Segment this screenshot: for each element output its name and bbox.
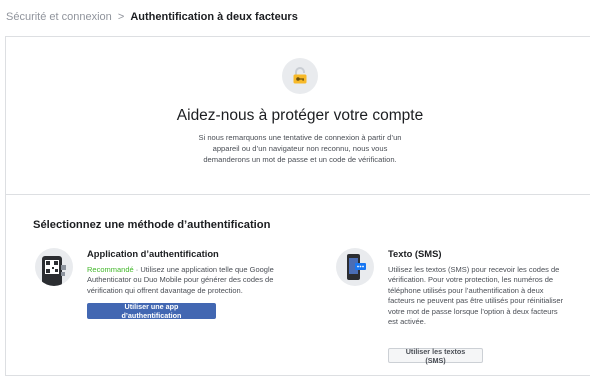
breadcrumb-separator: > <box>117 11 125 23</box>
sms-method-title: Texto (SMS) <box>388 248 442 259</box>
methods-section-title: Sélectionnez une méthode d’authentificat… <box>33 219 271 231</box>
hero-description: Si nous remarquons une tentative de conn… <box>198 133 402 164</box>
breadcrumb-parent-link[interactable]: Sécurité et connexion <box>6 11 112 23</box>
sms-phone-icon <box>336 248 374 286</box>
breadcrumb: Sécurité et connexion > Authentification… <box>6 11 298 23</box>
use-authenticator-app-button[interactable]: Utiliser une app d’authentification <box>87 302 216 320</box>
qr-phone-icon <box>35 248 73 286</box>
use-sms-button[interactable]: Utiliser les textos (SMS) <box>388 347 483 365</box>
breadcrumb-current: Authentification à deux facteurs <box>130 11 298 23</box>
app-method-description: Recommandé · Utilisez une application te… <box>87 265 301 296</box>
lock-key-icon <box>282 58 318 94</box>
sms-method-description: Utilisez les textos (SMS) pour recevoir … <box>388 265 564 327</box>
app-method-title: Application d’authentification <box>87 248 219 259</box>
section-divider <box>5 194 590 195</box>
hero-title: Aidez-nous à protéger votre compte <box>176 107 424 124</box>
recommended-label: Recommandé <box>87 265 134 274</box>
